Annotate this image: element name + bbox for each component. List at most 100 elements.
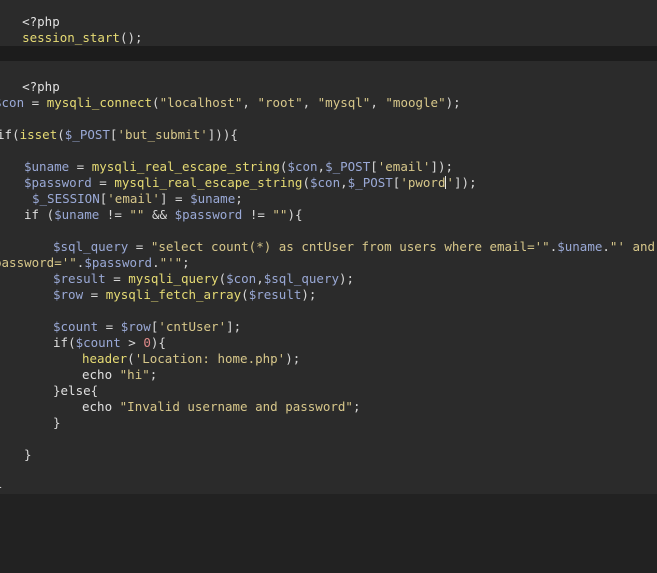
- var-password: $password: [84, 255, 153, 270]
- var-password: $password: [24, 175, 92, 190]
- str-hi: "hi": [119, 367, 150, 382]
- var-result: $result: [53, 271, 106, 286]
- semicolon: ;: [352, 399, 361, 414]
- comma: ,: [302, 95, 318, 110]
- code-line-php-open: <?php: [0, 0, 60, 29]
- op-assign: =: [91, 175, 115, 190]
- paren: (: [152, 95, 160, 110]
- op-assign: =: [128, 239, 151, 254]
- var-sql-query: $sql_query: [263, 271, 340, 286]
- code-line-echo-invalid: echo "Invalid username and password";: [82, 399, 360, 415]
- block-separator: [0, 46, 657, 61]
- semicolon: ;: [149, 367, 158, 382]
- paren: (: [39, 207, 55, 222]
- fn-escape: mysqli_real_escape_string: [91, 159, 280, 174]
- str-key: 'email': [377, 159, 431, 174]
- code-line-sql-query: $sql_query = "select count(*) as cntUser…: [53, 239, 655, 255]
- str-host: "localhost": [159, 95, 243, 110]
- comma: ,: [370, 95, 386, 110]
- op-neq: !=: [242, 207, 273, 222]
- code-line-php-open-2: <?php: [0, 63, 60, 94]
- paren: (: [12, 127, 20, 142]
- fn-fetch-array: mysqli_fetch_array: [105, 287, 242, 302]
- paren: (: [302, 175, 310, 190]
- brace: }: [53, 383, 61, 398]
- str-pass: "mysql": [317, 95, 371, 110]
- kw-if: if: [53, 335, 69, 350]
- str-sql: "'": [159, 255, 183, 270]
- op-assign: =: [83, 287, 106, 302]
- var-password: $password: [174, 207, 243, 222]
- paren: (: [68, 335, 76, 350]
- php-open-tag-2: <?php: [22, 79, 60, 94]
- str-invalid: "Invalid username and password": [119, 399, 353, 414]
- var-row: $row: [53, 287, 84, 302]
- str-empty: "": [129, 207, 145, 222]
- paren-end: );: [285, 351, 301, 366]
- code-line-if-count: if($count > 0){: [53, 335, 166, 351]
- var-count: $count: [53, 319, 99, 334]
- paren: (: [127, 351, 135, 366]
- var-result: $result: [248, 287, 302, 302]
- brace: }: [0, 479, 3, 494]
- code-block-login[interactable]: <?php $con = mysqli_connect("localhost",…: [0, 61, 657, 494]
- fn-mysqli-connect: mysqli_connect: [46, 95, 153, 110]
- code-block-session[interactable]: <?php session_start(); ?>: [0, 0, 657, 46]
- paren-end: ){: [287, 207, 303, 222]
- code-line-close-if: }: [24, 447, 32, 463]
- kw-if: if: [24, 207, 40, 222]
- var-uname: $uname: [557, 239, 603, 254]
- paren-end: ])){: [207, 127, 238, 142]
- str-db: "moogle": [385, 95, 446, 110]
- kw-echo: echo: [82, 367, 113, 382]
- empty-area: [0, 494, 657, 573]
- code-line-password: $password = mysqli_real_escape_string($c…: [24, 175, 477, 191]
- brace: }: [53, 415, 61, 430]
- code-line-connect: $con = mysqli_connect("localhost", "root…: [0, 95, 461, 111]
- var-con: $con: [287, 159, 318, 174]
- paren-end: ]);: [430, 159, 454, 174]
- str-user: "root": [257, 95, 303, 110]
- code-line-else: }else{: [53, 383, 98, 399]
- var-row: $row: [120, 319, 151, 334]
- str-key: 'email': [107, 191, 160, 206]
- fn-escape: mysqli_real_escape_string: [114, 175, 303, 190]
- op-and: &&: [144, 207, 175, 222]
- code-line-sql-query-cont: password='".$password."'";: [0, 255, 190, 271]
- var-post: $_POST: [347, 175, 393, 190]
- var-con: $con: [310, 175, 341, 190]
- op-neq: !=: [99, 207, 130, 222]
- op-gt: >: [120, 335, 144, 350]
- kw-if: if: [0, 127, 13, 142]
- code-line-result: $result = mysqli_query($con,$sql_query);: [53, 271, 354, 287]
- semicolon: ;: [235, 191, 243, 206]
- brace: {: [90, 383, 99, 398]
- comma: ,: [340, 175, 348, 190]
- paren-end: );: [339, 271, 355, 286]
- bracket-end: ];: [226, 319, 242, 334]
- paren-end: ){: [150, 335, 166, 350]
- num-zero: 0: [143, 335, 151, 350]
- brace: }: [24, 447, 32, 462]
- code-line-if-check: if ($uname != "" && $password != ""){: [24, 207, 303, 223]
- fn-isset: isset: [19, 127, 58, 142]
- comma: ,: [242, 95, 258, 110]
- paren-end: ]);: [454, 175, 477, 190]
- code-line-close-outer: }: [0, 479, 3, 494]
- session-start-parens: ();: [119, 30, 143, 45]
- str-sql: "select count(*) as cntUser from users w…: [150, 239, 550, 254]
- code-line-close-inner: }: [53, 415, 61, 431]
- str-key: 'pword: [400, 175, 446, 190]
- var-uname: $uname: [190, 191, 236, 206]
- var-session: $_SESSION: [32, 191, 100, 206]
- var-con: $con: [226, 271, 257, 286]
- str-key-end: ': [446, 175, 455, 190]
- var-count: $count: [75, 335, 121, 350]
- code-line-session: $_SESSION['email'] = $uname;: [32, 191, 243, 207]
- bracket: [: [370, 159, 378, 174]
- op-assign: ] =: [159, 191, 191, 206]
- str-key: 'cntUser': [158, 319, 227, 334]
- paren-end: );: [445, 95, 461, 110]
- var-con: $con: [0, 95, 25, 110]
- kw-echo: echo: [82, 399, 113, 414]
